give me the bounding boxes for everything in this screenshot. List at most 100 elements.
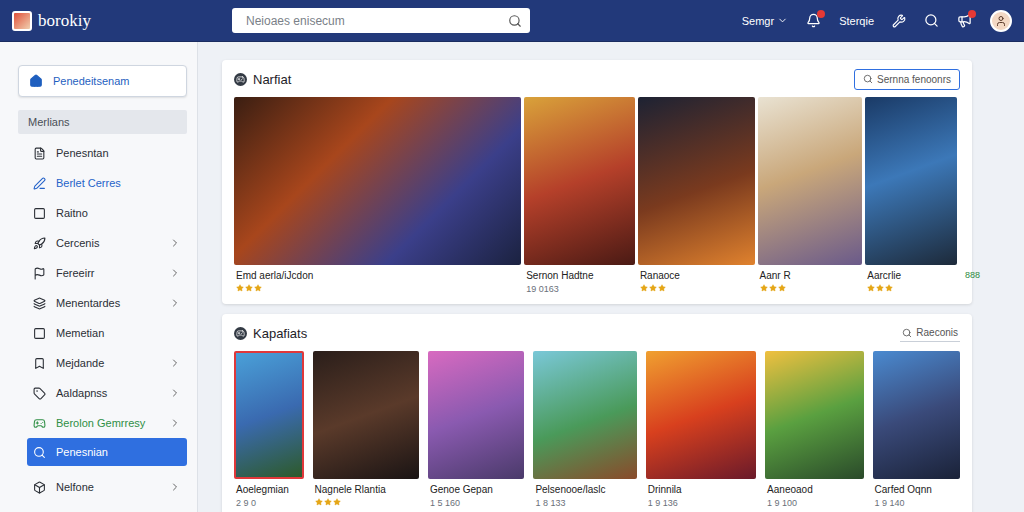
logo[interactable]: borokiy [12,11,232,31]
tile-caption: Pelsenooe/laslc1 8 133 [533,479,636,510]
user-menu[interactable]: Semgr [742,15,788,27]
menu-icon [33,327,46,340]
tile-title: Emd aerla/iJcdon [236,270,519,281]
game-tile[interactable]: Aoelegmian2 9 0 [234,351,304,510]
chevron-right-icon [169,387,181,399]
sidebar-item[interactable]: Memetian [27,318,187,348]
game-art [646,351,756,479]
menu-icon [33,357,46,370]
menu-icon [33,387,46,400]
alerts-button[interactable] [806,13,821,28]
card-title: Kapafiats [253,326,894,341]
sidebar-item[interactable]: Berlet Cerres [27,168,187,198]
tile-caption: 888 [960,265,964,295]
main: Narfiat Sernna fenoonrs Emd aerla/iJcdon Se… [198,42,1024,512]
logo-icon [12,11,32,31]
tile-caption: Nagnele Rlantia [313,479,419,509]
game-tile[interactable]: Nagnele Rlantia [313,351,419,510]
tile-title: Aanr R [760,270,861,281]
top-link[interactable]: Sterqie [839,15,874,27]
star-rating [760,284,861,292]
game-art [234,97,521,265]
game-tile[interactable]: Aarcrlie [865,97,957,296]
app: borokiy Semgr Sterqie PenedeitsenamMerlians… [0,0,1024,512]
star-icon [778,284,786,292]
game-tile[interactable]: Genoe Gepan1 5 160 [428,351,524,510]
card-header: Narfiat Sernna fenoonrs [234,64,960,94]
tile-caption: Genoe Gepan1 5 160 [428,479,524,510]
tile-sub: 1 5 160 [430,498,522,508]
featured-card: Narfiat Sernna fenoonrs Emd aerla/iJcdon Se… [222,60,972,304]
star-icon [769,284,777,292]
sidebar-item[interactable]: Aaldapnss [27,378,187,408]
sidebar-item[interactable]: Berolon Gemrresy [27,408,187,438]
home-icon [29,74,43,88]
sidebar-item[interactable]: Fereeirr [27,258,187,288]
search-icon [902,328,912,338]
messages-button[interactable] [957,13,972,28]
game-art [234,351,304,479]
avatar[interactable] [990,10,1012,32]
logo-text: borokiy [38,11,91,31]
star-icon [640,284,648,292]
menu-icon [33,417,46,430]
game-tile[interactable]: Ranaoce [638,97,755,296]
game-tile[interactable]: Emd aerla/iJcdon [234,97,521,296]
tile-sub: 2 9 0 [236,498,302,508]
chevron-right-icon [169,481,181,493]
tile-caption: Ranaoce [638,265,755,295]
game-art [865,97,957,265]
chevron-down-icon [777,15,788,26]
menu-icon [33,207,46,220]
tile-sub: 1 8 133 [535,498,634,508]
tile-caption: Drinnila1 9 136 [646,479,756,510]
tile-title: Drinnila [648,484,754,495]
tile-title: Aarcrlie [867,270,955,281]
sidebar-item[interactable]: Cercenis [27,228,187,258]
tile-title: Sernon Hadtne [526,270,633,281]
star-icon [649,284,657,292]
search-input[interactable] [244,13,502,29]
star-icon [245,284,253,292]
game-tile[interactable]: Drinnila1 9 136 [646,351,756,510]
tile-title: Ranaoce [640,270,753,281]
sidebar-item[interactable]: Menentardes [27,288,187,318]
search-icon[interactable] [508,14,522,28]
alert-badge [817,10,825,18]
tile-caption: Sernon Hadtne 19 0163 [524,265,635,296]
tile-sub: 19 0163 [526,284,633,294]
sidebar-item[interactable]: Penesnian [27,438,187,466]
game-tile[interactable]: Aanr R [758,97,863,296]
menu-icon [33,147,46,160]
search-games-button[interactable]: Sernna fenoonrs [854,69,960,90]
game-tile[interactable]: Aaneoaod1 9 100 [765,351,863,510]
game-art [873,351,960,479]
tile-title: Carfed Oqnn [875,484,958,495]
star-rating [867,284,955,292]
menu-icon [33,481,46,494]
sidebar-item[interactable]: Nelfone [27,472,187,502]
search-field [232,8,530,33]
game-tile[interactable]: Carfed Oqnn1 9 140 [873,351,960,510]
star-icon [254,284,262,292]
game-tile[interactable]: Sernon Hadtne 19 0163 [524,97,635,296]
search-link[interactable]: Raeconis [900,324,960,342]
star-icon [333,498,341,506]
sidebar-button[interactable]: Penedeitsenam [18,65,187,97]
menu-icon [33,237,46,250]
tile-caption: Aarcrlie [865,265,957,295]
sidebar: PenedeitsenamMerliansPenesntanBerlet Cer… [0,42,198,512]
tools-button[interactable] [892,14,906,28]
star-icon [885,284,893,292]
sidebar-item[interactable]: Raitno [27,198,187,228]
game-art [758,97,863,265]
card-title: Narfiat [253,72,848,87]
game-tile[interactable]: Pelsenooe/laslc1 8 133 [533,351,636,510]
sidebar-item[interactable]: Penesntan [27,138,187,168]
tile-caption: Aoelegmian2 9 0 [234,479,304,510]
gamepad-icon [234,73,247,86]
search-button[interactable] [924,13,939,28]
star-icon [658,284,666,292]
sidebar-item[interactable]: Mejdande [27,348,187,378]
game-art [533,351,636,479]
